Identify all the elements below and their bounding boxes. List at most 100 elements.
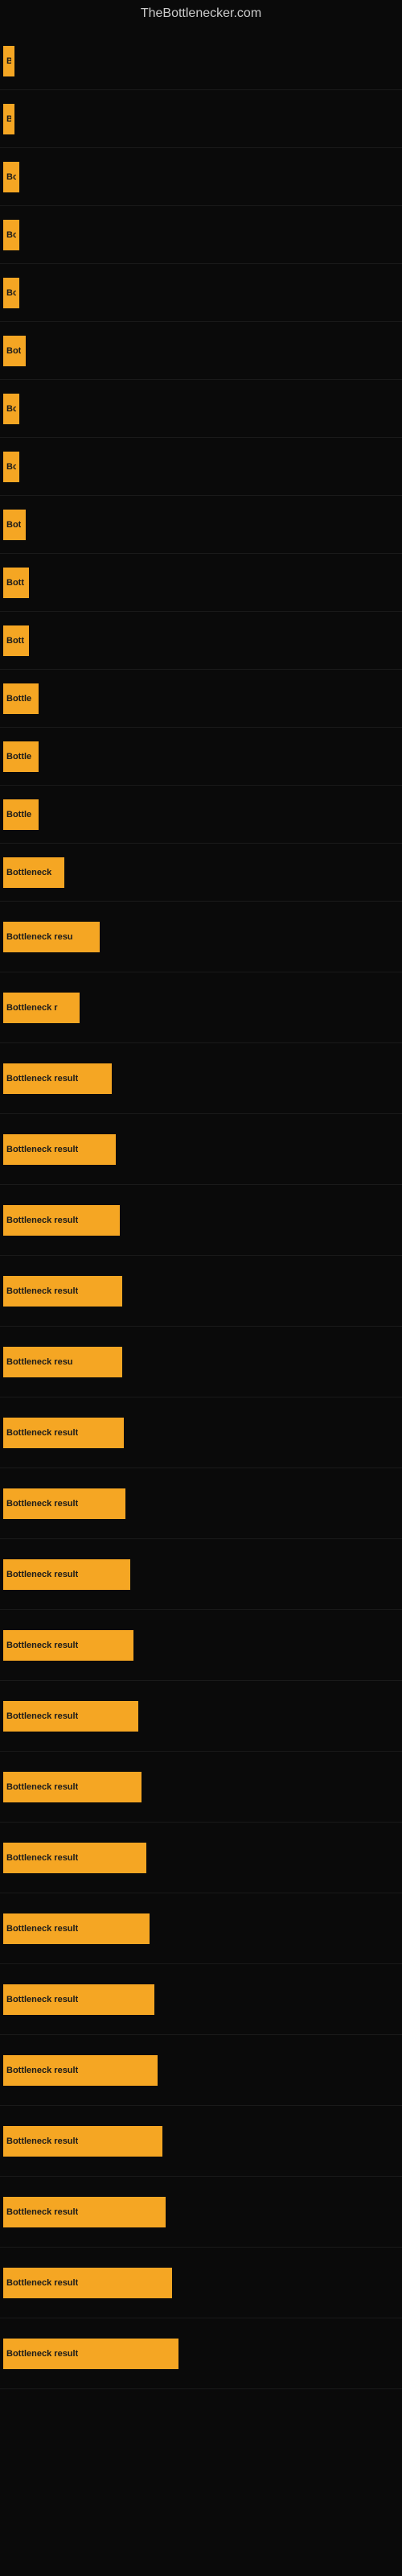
bar-item: Bottleneck resu xyxy=(3,922,100,952)
bar-wrapper: Bottleneck resu xyxy=(0,1346,122,1378)
bar-item: Bottle xyxy=(3,799,39,830)
bar-label: Bottleneck result xyxy=(6,1428,78,1438)
bar-row: Bottleneck result xyxy=(0,1114,402,1185)
bar-item: Bottle xyxy=(3,741,39,772)
bar-label: Bott xyxy=(6,578,24,588)
bar-wrapper: Bottleneck result xyxy=(0,1204,120,1236)
bar-label: Bottleneck result xyxy=(6,2066,78,2075)
bar-item: Bottle xyxy=(3,683,39,714)
bar-item: Bott xyxy=(3,625,29,656)
bar-label: Bottleneck result xyxy=(6,1570,78,1579)
bar-row: Bottleneck result xyxy=(0,1468,402,1539)
bar-label: Bottleneck result xyxy=(6,2349,78,2359)
bar-wrapper: Bottleneck result xyxy=(0,1275,122,1307)
bar-label: Bo xyxy=(6,172,16,182)
bar-row: Bottleneck result xyxy=(0,2035,402,2106)
bar-row: Bottleneck result xyxy=(0,1397,402,1468)
bar-label: Bottleneck xyxy=(6,868,51,877)
bar-wrapper: Bottleneck result xyxy=(0,2267,172,2299)
bar-label: Bot xyxy=(6,346,21,356)
bar-item: Bottleneck result xyxy=(3,1559,130,1590)
bar-item: B xyxy=(3,104,14,134)
bar-row: Bottleneck result xyxy=(0,1539,402,1610)
bar-wrapper: Bottleneck result xyxy=(0,1417,124,1449)
bar-wrapper: Bot xyxy=(0,335,26,367)
bar-item: Bottleneck result xyxy=(3,2268,172,2298)
site-title: TheBottlenecker.com xyxy=(0,0,402,24)
bar-label: Bottleneck result xyxy=(6,1641,78,1650)
bar-row: Bo xyxy=(0,380,402,438)
bar-wrapper: Bottleneck r xyxy=(0,992,80,1024)
bar-label: Bottleneck resu xyxy=(6,932,73,942)
bar-label: Bottleneck result xyxy=(6,2278,78,2288)
bar-row: Bottle xyxy=(0,786,402,844)
bar-label: Bottleneck r xyxy=(6,1003,58,1013)
bar-item: Bottleneck result xyxy=(3,2126,162,2157)
bar-wrapper: Bottleneck result xyxy=(0,2196,166,2228)
bar-wrapper: Bottleneck result xyxy=(0,1984,154,2016)
bar-item: Bottleneck resu xyxy=(3,1347,122,1377)
bar-item: Bo xyxy=(3,162,19,192)
bar-row: Bott xyxy=(0,612,402,670)
bar-item: Bottleneck result xyxy=(3,1205,120,1236)
bar-row: Bot xyxy=(0,322,402,380)
bar-label: Bottleneck result xyxy=(6,1782,78,1792)
bar-wrapper: Bottleneck result xyxy=(0,1842,146,1874)
bar-wrapper: Bo xyxy=(0,277,19,309)
bar-item: Bo xyxy=(3,278,19,308)
bar-item: Bo xyxy=(3,394,19,424)
bar-row: B xyxy=(0,32,402,90)
bar-label: Bottleneck resu xyxy=(6,1357,73,1367)
bar-item: Bottleneck result xyxy=(3,1276,122,1307)
bar-wrapper: Bottle xyxy=(0,799,39,831)
bar-wrapper: Bottleneck result xyxy=(0,1558,130,1591)
bar-item: Bot xyxy=(3,336,26,366)
bar-wrapper: B xyxy=(0,45,14,77)
bar-wrapper: Bot xyxy=(0,509,26,541)
bar-item: Bot xyxy=(3,510,26,540)
bar-label: Bottleneck result xyxy=(6,1995,78,2004)
bar-row: Bottleneck result xyxy=(0,1610,402,1681)
bar-row: Bo xyxy=(0,438,402,496)
bar-item: Bott xyxy=(3,568,29,598)
bar-label: Bo xyxy=(6,230,16,240)
bar-row: B xyxy=(0,90,402,148)
bar-label: Bottleneck result xyxy=(6,1499,78,1509)
bar-label: B xyxy=(6,114,11,124)
bar-wrapper: Bottle xyxy=(0,683,39,715)
bar-row: Bottleneck resu xyxy=(0,1327,402,1397)
bar-wrapper: Bottleneck result xyxy=(0,2125,162,2157)
bar-item: Bottleneck result xyxy=(3,2197,166,2227)
bar-label: Bottleneck result xyxy=(6,2136,78,2146)
bar-row: Bottleneck result xyxy=(0,2248,402,2318)
bar-wrapper: Bottleneck result xyxy=(0,1629,133,1662)
bar-row: Bottleneck result xyxy=(0,1823,402,1893)
bar-row: Bottle xyxy=(0,728,402,786)
bar-row: Bott xyxy=(0,554,402,612)
bar-wrapper: Bottleneck result xyxy=(0,2054,158,2087)
bar-wrapper: Bott xyxy=(0,625,29,657)
bar-label: Bottleneck result xyxy=(6,1711,78,1721)
bar-row: Bottleneck result xyxy=(0,2318,402,2389)
bar-item: Bottleneck result xyxy=(3,1843,146,1873)
bar-label: Bottleneck result xyxy=(6,2207,78,2217)
bar-label: Bottle xyxy=(6,752,31,762)
bar-row: Bo xyxy=(0,206,402,264)
bar-item: Bottleneck result xyxy=(3,1772,142,1802)
bar-item: Bottleneck result xyxy=(3,1630,133,1661)
bar-label: B xyxy=(6,56,11,66)
bar-wrapper: Bottleneck result xyxy=(0,1771,142,1803)
bar-row: Bottleneck resu xyxy=(0,902,402,972)
bar-row: Bottleneck result xyxy=(0,1752,402,1823)
bar-row: Bottleneck result xyxy=(0,1964,402,2035)
bar-wrapper: Bo xyxy=(0,219,19,251)
bar-wrapper: Bottleneck result xyxy=(0,1133,116,1166)
bar-label: Bot xyxy=(6,520,21,530)
bar-label: Bottleneck result xyxy=(6,1074,78,1084)
bar-label: Bo xyxy=(6,462,16,472)
bar-wrapper: Bottleneck result xyxy=(0,2338,178,2370)
bar-label: Bottleneck result xyxy=(6,1286,78,1296)
bar-row: Bottleneck result xyxy=(0,1893,402,1964)
bar-wrapper: Bottleneck result xyxy=(0,1700,138,1732)
bar-label: Bottleneck result xyxy=(6,1853,78,1863)
